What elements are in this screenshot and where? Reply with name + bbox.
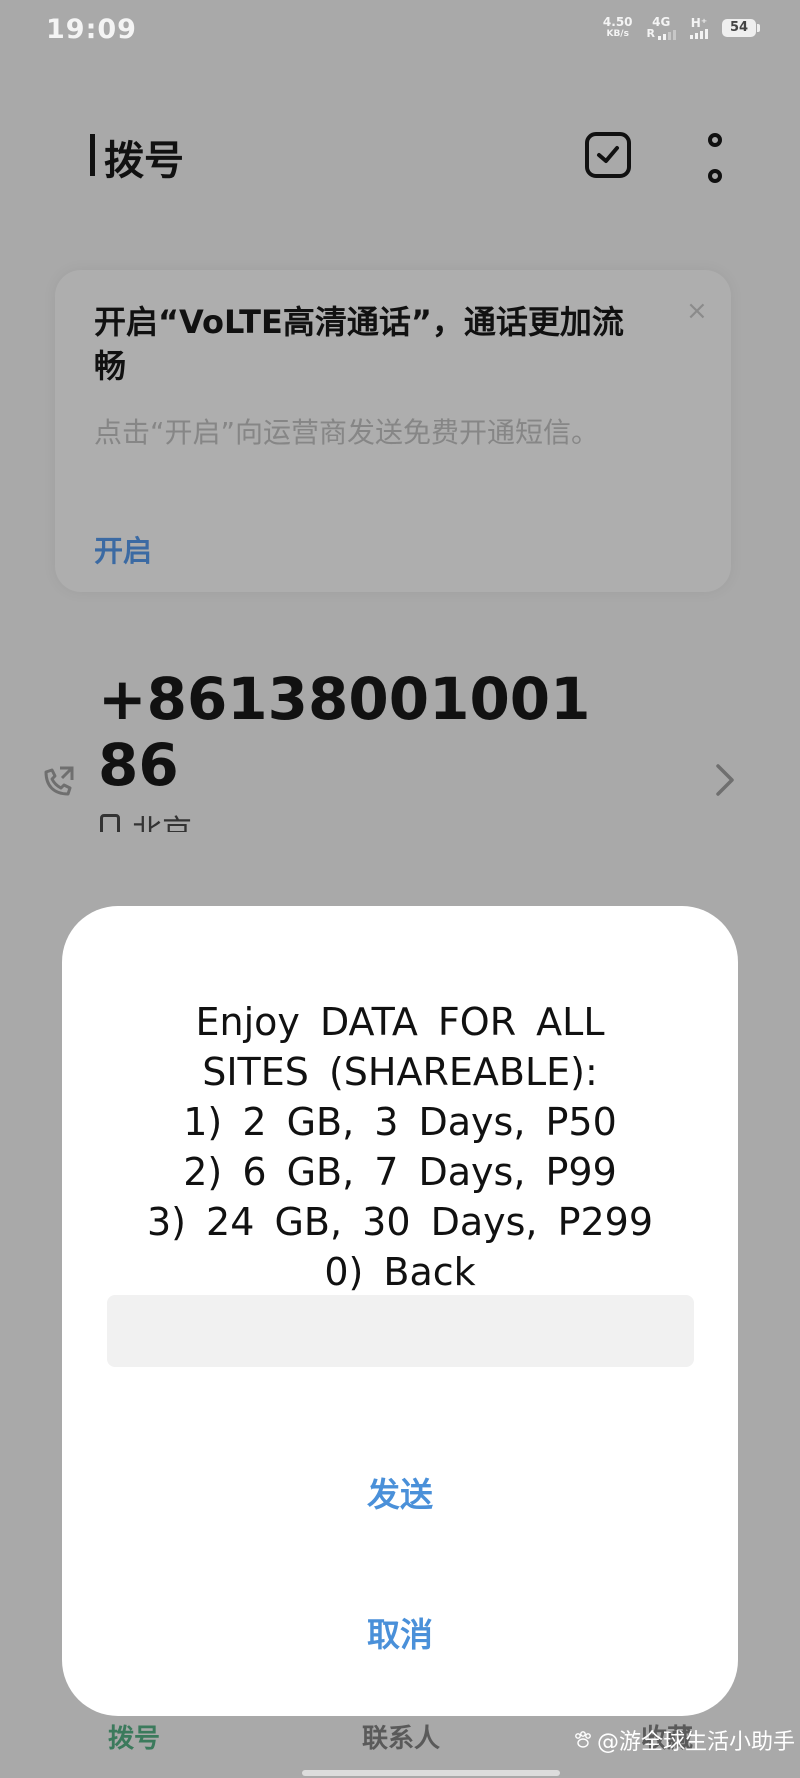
dialed-number: +8613800100186 xyxy=(98,665,591,799)
paw-icon xyxy=(575,1731,591,1748)
send-button[interactable]: 发送 xyxy=(62,1468,738,1516)
more-vertical-icon xyxy=(708,133,722,147)
location-label: 北京 xyxy=(132,814,192,832)
ussd-message: Enjoy DATA FOR ALL SITES (SHAREABLE): 1)… xyxy=(100,997,700,1297)
chevron-right-icon[interactable] xyxy=(708,760,742,800)
ussd-option: 0) Back xyxy=(324,1250,476,1294)
tab-dial[interactable]: 拨号 xyxy=(108,1718,160,1755)
volte-banner-title: 开启“VoLTE高清通话”，通话更加流畅 xyxy=(94,303,624,385)
more-options-button[interactable] xyxy=(700,133,730,183)
title-accent-bar xyxy=(90,134,95,176)
call-history-icon[interactable] xyxy=(40,764,76,800)
close-icon[interactable]: × xyxy=(686,296,708,326)
checkbox-icon xyxy=(597,146,619,163)
volte-banner-description: 点击“开启”向运营商发送免费开通短信。 xyxy=(94,416,600,449)
signal-4g: 4G R xyxy=(647,16,676,40)
volte-enable-link[interactable]: 开启 xyxy=(94,528,152,570)
cancel-button[interactable]: 取消 xyxy=(62,1608,738,1656)
battery-level: 54 xyxy=(722,19,756,37)
watermark: @游全球生活小助手 xyxy=(573,1724,795,1756)
ussd-option: 3) 24 GB, 30 Days, P299 xyxy=(146,1200,654,1244)
network-speed-unit: KB/s xyxy=(606,29,629,39)
page-title: 拨号 xyxy=(104,138,184,184)
ussd-option: 1) 2 GB, 3 Days, P50 xyxy=(183,1100,617,1144)
network-speed-value: 4.50 xyxy=(602,15,633,29)
home-indicator[interactable] xyxy=(302,1770,560,1776)
tab-contacts[interactable]: 联系人 xyxy=(362,1718,440,1755)
network-type-2: H⁺ xyxy=(690,16,708,30)
signal-hplus: H⁺ xyxy=(690,17,708,39)
battery-icon: 54 xyxy=(722,19,760,37)
signal-bars-icon xyxy=(658,30,676,40)
status-time: 19:09 xyxy=(46,14,137,45)
watermark-text: @游全球生活小助手 xyxy=(597,1730,796,1755)
ussd-option: 2) 6 GB, 7 Days, P99 xyxy=(183,1150,617,1194)
sim-icon xyxy=(100,814,120,832)
status-icons: 4.50 KB/s 4G R H⁺ 54 xyxy=(603,16,760,40)
roaming-indicator: R xyxy=(646,27,655,40)
signal-bars-icon xyxy=(690,29,708,39)
network-speed: 4.50 KB/s xyxy=(603,16,633,40)
ussd-line: SITES (SHAREABLE): xyxy=(202,1050,598,1094)
ussd-line: Enjoy DATA FOR ALL xyxy=(195,1000,605,1044)
select-button[interactable] xyxy=(585,132,631,178)
number-location: 北京 xyxy=(100,806,192,832)
ussd-reply-input[interactable] xyxy=(107,1295,694,1367)
